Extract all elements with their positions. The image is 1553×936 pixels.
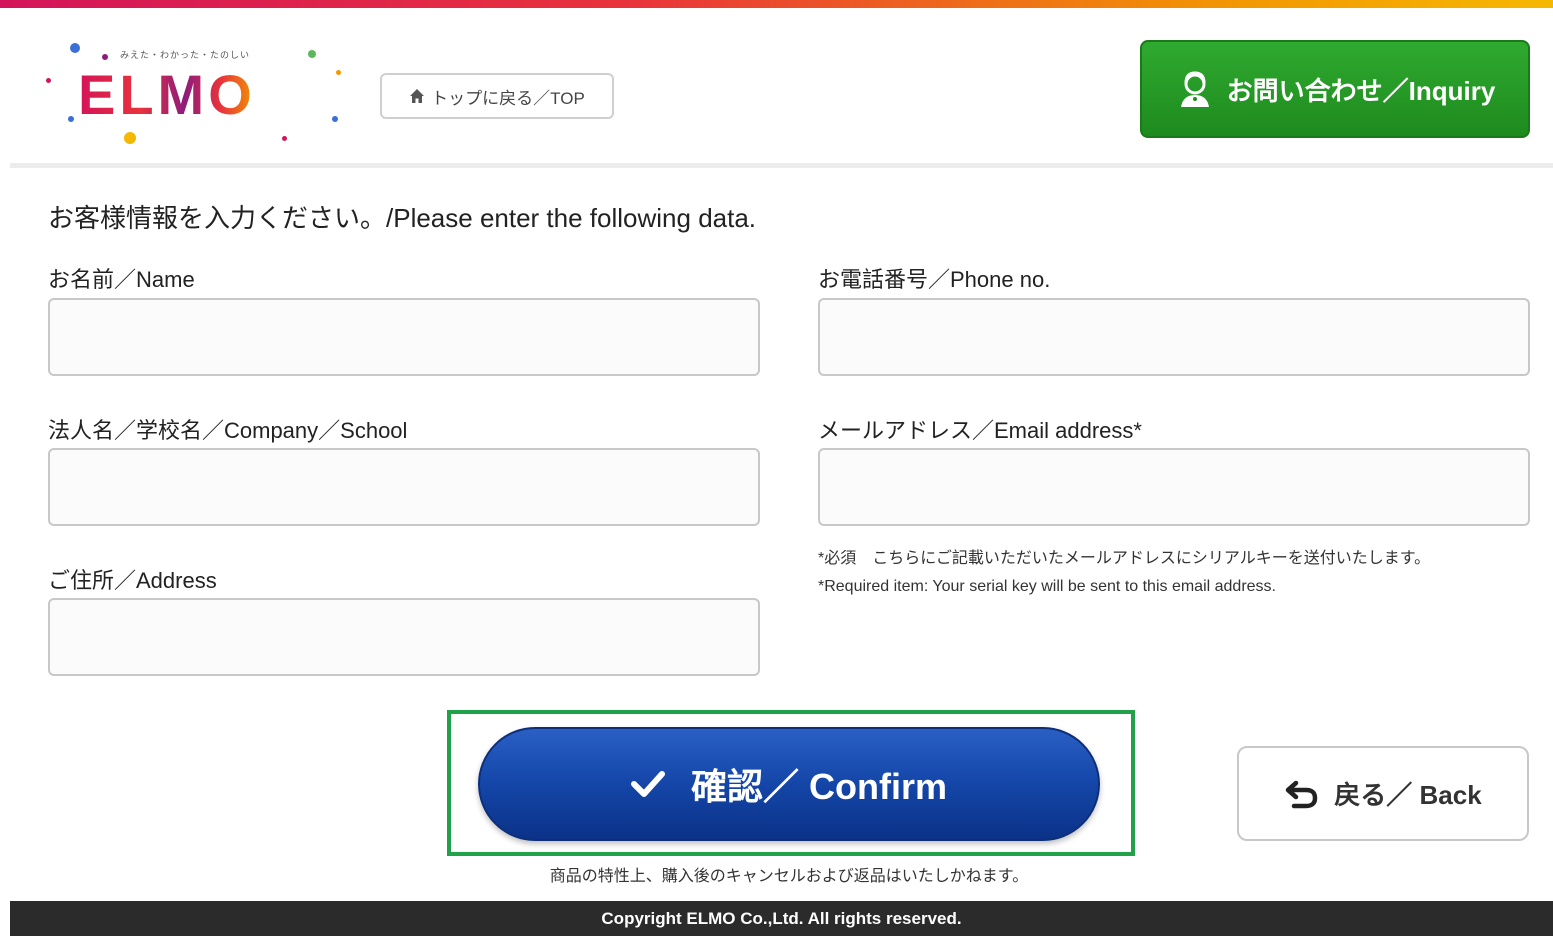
footer: Copyright ELMO Co.,Ltd. All rights reser… (10, 901, 1553, 936)
checkmark-icon (631, 771, 665, 797)
company-label: 法人名／学校名／Company／School (48, 418, 408, 443)
logo-dot (46, 78, 51, 83)
email-note-english: *Required item: Your serial key will be … (818, 578, 1276, 595)
email-field[interactable] (818, 448, 1530, 526)
logo-dot (70, 43, 80, 53)
form-heading: お客様情報を入力ください。/Please enter the following… (48, 203, 757, 233)
confirm-button[interactable]: 確認／ Confirm (478, 727, 1100, 841)
back-to-top-button[interactable]: トップに戻る／TOP (380, 73, 614, 119)
company-field[interactable] (48, 448, 760, 526)
phone-field[interactable] (818, 298, 1530, 376)
phone-label: お電話番号／Phone no. (818, 267, 1051, 292)
logo-wordmark: ELMO (78, 63, 256, 126)
copyright-text: Copyright ELMO Co.,Ltd. All rights reser… (601, 908, 962, 928)
confirm-label: 確認／ Confirm (691, 766, 947, 807)
logo-dot (308, 50, 316, 58)
logo-tagline: みえた・わかった・たのしい (120, 50, 251, 60)
email-required-note: *必須 こちらにご記載いただいたメールアドレスにシリアルキーを送付いたします。 … (818, 545, 1430, 601)
cancellation-note: 商品の特性上、購入後のキャンセルおよび返品はいたしかねます。 (549, 868, 1029, 885)
address-field[interactable] (48, 598, 760, 676)
back-label: 戻る／ Back (1334, 780, 1482, 810)
name-field[interactable] (48, 298, 760, 376)
inquiry-button[interactable]: お問い合わせ／Inquiry (1140, 40, 1530, 138)
logo-dot (124, 132, 136, 144)
name-label: お名前／Name (48, 267, 195, 292)
top-accent-stripe (0, 0, 1553, 8)
back-button[interactable]: 戻る／ Back (1237, 746, 1529, 841)
home-icon (410, 89, 425, 103)
logo-dot (68, 116, 74, 122)
logo-dot (332, 116, 338, 122)
email-label: メールアドレス／Email address* (818, 418, 1142, 443)
return-arrow-icon (1286, 780, 1318, 808)
inquiry-label: お問い合わせ／Inquiry (1226, 75, 1496, 106)
logo-dot (336, 70, 341, 75)
logo-dot (102, 54, 108, 60)
support-person-icon (1180, 71, 1209, 107)
email-note-japanese: *必須 こちらにご記載いただいたメールアドレスにシリアルキーを送付いたします。 (818, 550, 1431, 567)
logo-dot (282, 136, 287, 141)
elmo-logo[interactable]: みえた・わかった・たのしい ELMO (40, 40, 350, 150)
address-label: ご住所／Address (48, 568, 217, 593)
header-divider (10, 163, 1553, 168)
back-to-top-label: トップに戻る／TOP (431, 88, 585, 108)
